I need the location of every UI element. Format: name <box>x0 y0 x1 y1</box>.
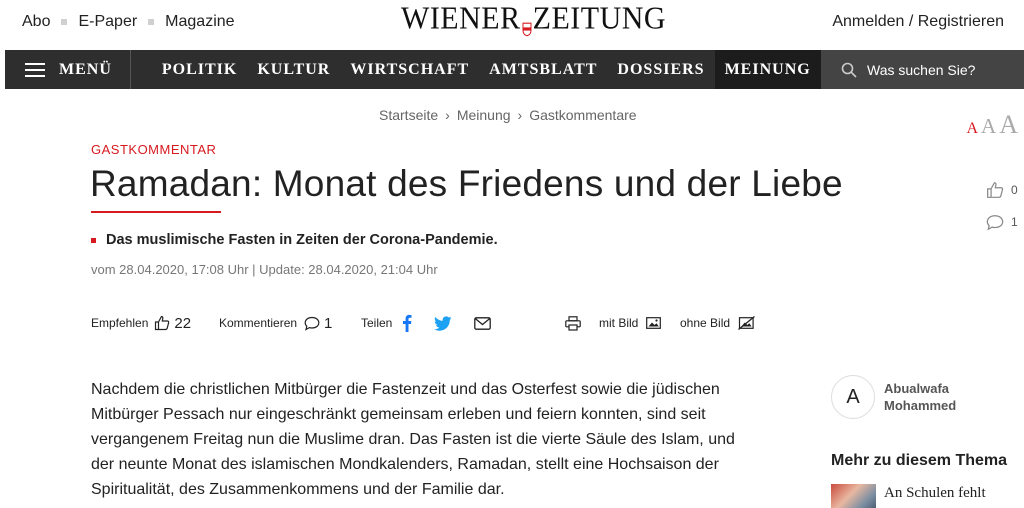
breadcrumb: Startseite › Meinung › Gastkommentare <box>379 107 637 123</box>
chevron-right-icon: › <box>445 107 450 123</box>
article-dateline: vom 28.04.2020, 17:08 Uhr | Update: 28.0… <box>91 262 438 277</box>
site-logo[interactable]: WIENER ZEITUNG <box>401 1 666 37</box>
side-like-count: 0 <box>1011 183 1018 197</box>
chevron-right-icon: › <box>517 107 523 123</box>
lead-text: Das muslimische Fasten in Zeiten der Cor… <box>106 232 498 248</box>
with-image-button[interactable]: mit Bild <box>599 312 662 334</box>
comment-icon <box>304 316 320 331</box>
logo-text-left: WIENER <box>401 1 521 36</box>
twitter-icon[interactable] <box>434 315 452 331</box>
print-button[interactable] <box>565 312 581 334</box>
search-box[interactable] <box>821 50 1024 89</box>
side-social: 0 1 <box>986 180 1018 244</box>
recommend-button[interactable]: Empfehlen 22 <box>91 312 191 334</box>
menu-button[interactable]: MENÜ <box>5 50 131 89</box>
nav-item-wirtschaft[interactable]: WIRTSCHAFT <box>340 50 479 89</box>
side-comment-count: 1 <box>1011 215 1018 229</box>
article-kicker: GASTKOMMENTAR <box>91 142 217 157</box>
breadcrumb-gastkommentare[interactable]: Gastkommentare <box>529 107 636 123</box>
crest-icon <box>522 10 532 37</box>
menu-label: MENÜ <box>59 60 112 78</box>
share-group: Teilen <box>361 312 492 334</box>
without-image-button[interactable]: ohne Bild <box>680 312 755 334</box>
without-image-label: ohne Bild <box>680 316 731 330</box>
side-comment-button[interactable]: 1 <box>986 212 1018 232</box>
side-like-button[interactable]: 0 <box>986 180 1018 200</box>
hamburger-icon <box>25 62 45 77</box>
author-name: Abualwafa Mohammed <box>884 381 957 413</box>
breadcrumb-home[interactable]: Startseite <box>379 107 438 123</box>
magazine-link[interactable]: Magazine <box>165 13 234 31</box>
related-thumbnail <box>831 484 876 508</box>
recommend-label: Empfehlen <box>91 316 149 330</box>
share-label: Teilen <box>361 316 393 330</box>
link-separator <box>61 19 68 25</box>
top-links: Abo E-Paper Magazine <box>22 13 235 31</box>
facebook-icon[interactable] <box>402 314 412 332</box>
email-icon[interactable] <box>474 316 492 330</box>
login-register-link[interactable]: Anmelden / Registrieren <box>832 13 1004 31</box>
lead-bullet <box>91 237 96 243</box>
font-size-small-button[interactable]: A <box>966 120 978 138</box>
printer-icon <box>565 315 581 331</box>
top-bar: Abo E-Paper Magazine WIENER ZEITUNG Anme… <box>0 0 1024 48</box>
comment-icon <box>986 214 1004 230</box>
comment-count: 1 <box>324 314 333 332</box>
font-size-medium-button[interactable]: A <box>981 114 996 139</box>
font-size-large-button[interactable]: A <box>999 110 1018 140</box>
comment-button[interactable]: Kommentieren 1 <box>219 312 332 334</box>
search-input[interactable] <box>867 61 1017 78</box>
with-image-label: mit Bild <box>599 316 639 330</box>
comment-label: Kommentieren <box>219 316 298 330</box>
thumbs-up-icon <box>987 182 1004 198</box>
thumbs-up-icon <box>154 315 170 331</box>
nav-item-kultur[interactable]: KULTUR <box>247 50 340 89</box>
related-item[interactable]: An Schulen fehlt <box>831 484 1014 508</box>
logo-text-right: ZEITUNG <box>532 1 667 36</box>
related-item-title: An Schulen fehlt <box>884 485 986 501</box>
nav-item-dossiers[interactable]: DOSSIERS <box>607 50 714 89</box>
article-lead: Das muslimische Fasten in Zeiten der Cor… <box>91 232 498 248</box>
article-body: Nachdem die christlichen Mitbürger die F… <box>91 381 735 498</box>
link-separator <box>148 19 155 25</box>
nav-item-politik[interactable]: POLITIK <box>152 50 247 89</box>
article-headline: Ramadan: Monat des Friedens und der Lieb… <box>90 163 843 204</box>
image-icon <box>646 317 662 329</box>
breadcrumb-meinung[interactable]: Meinung <box>457 107 511 123</box>
recommend-count: 22 <box>174 314 192 332</box>
abo-link[interactable]: Abo <box>22 13 50 31</box>
nav-item-meinung[interactable]: MEINUNG <box>714 50 821 89</box>
epaper-link[interactable]: E-Paper <box>78 13 137 31</box>
no-image-icon <box>738 316 755 330</box>
main-navigation: MENÜ POLITIK KULTUR WIRTSCHAFT AMTSBLATT… <box>5 50 1024 89</box>
headline-underline <box>91 211 221 213</box>
article-actions: Empfehlen 22 Kommentieren 1 Teilen mit B… <box>91 312 761 334</box>
related-heading: Mehr zu diesem Thema <box>831 452 1008 469</box>
author-box[interactable]: A Abualwafa Mohammed <box>831 375 984 419</box>
nav-item-amtsblatt[interactable]: AMTSBLATT <box>479 50 607 89</box>
search-icon <box>841 62 857 78</box>
avatar: A <box>831 375 875 419</box>
font-size-controls: A A A <box>963 110 1018 140</box>
